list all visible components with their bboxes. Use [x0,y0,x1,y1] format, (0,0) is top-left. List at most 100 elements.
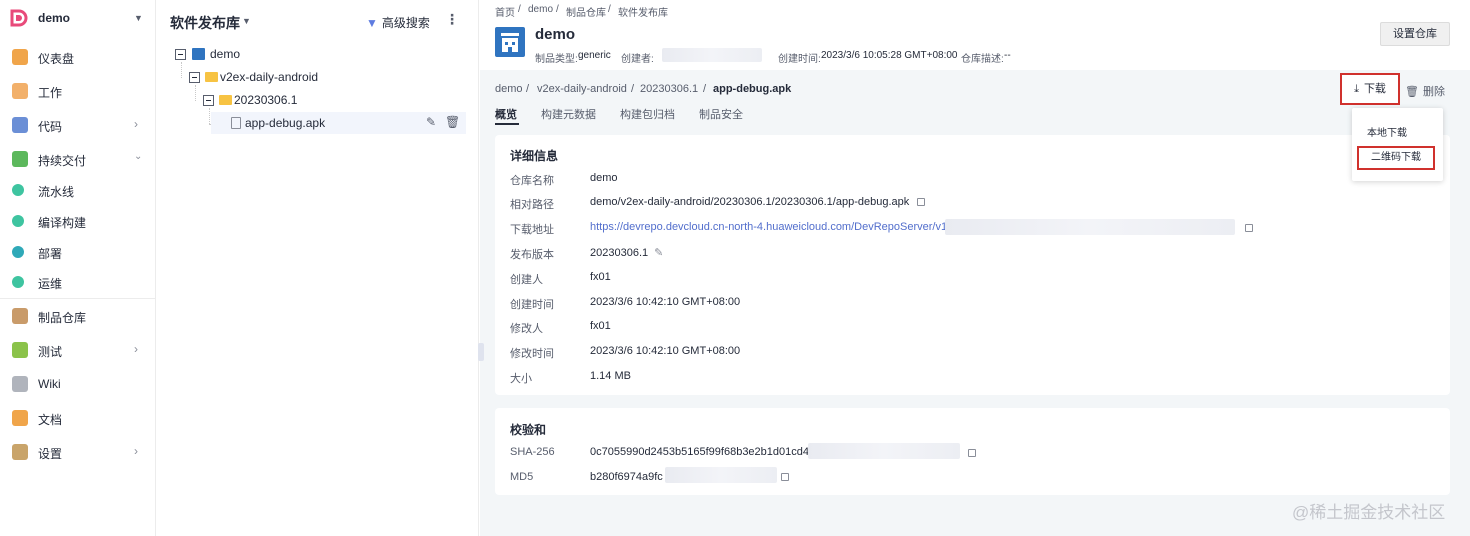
redacted-creator [662,48,762,62]
pipeline-icon [12,184,24,196]
repository-header: 首页 / demo / 制品仓库 / 软件发布库 demo 制品类型: gene… [480,0,1470,70]
work-icon [12,83,28,99]
redacted-sha [808,443,960,459]
detail-key: 修改人 [510,323,543,335]
type-label: 制品类型: [535,54,578,65]
edit-icon[interactable]: ✎ [426,115,436,129]
detail-key: 创建人 [510,274,543,286]
wiki-icon [12,376,28,392]
project-switch-caret-icon[interactable]: ▼ [134,13,143,23]
menu-item-qrcode-download[interactable]: 二维码下载 [1357,146,1435,170]
breadcrumb-home[interactable]: 首页 [495,4,515,19]
copy-icon[interactable] [917,198,926,207]
checksum-value: 0c7055990d2453b5165f99f68b3e2b1d01cd41 [590,446,816,458]
trash-icon[interactable]: 🗑 [445,115,460,129]
detail-key: 发布版本 [510,249,554,261]
breadcrumb-artifact-repo[interactable]: 制品仓库 [566,4,606,19]
creator-label: 创建者: [621,54,654,65]
details-title: 详细信息 [510,149,559,163]
nav-item-delivery[interactable]: 持续交付 ⌄ [0,146,155,172]
left-navigation: demo ▼ 仪表盘 工作 代码 › 持续交付 ⌄ 流水线 编译构建 部署 运维 制… [0,0,156,536]
detail-key: 创建时间 [510,299,554,311]
nav-item-wiki[interactable]: Wiki [0,371,155,397]
doc-icon [12,410,28,426]
test-icon [12,342,28,358]
filter-icon: ▼ [366,16,378,30]
folder-icon [205,72,218,82]
detail-key: 下载地址 [510,224,554,236]
nav-item-artifact-repo[interactable]: 制品仓库 [0,303,155,329]
copy-icon[interactable] [1245,224,1253,232]
breadcrumb-separator: / [518,4,521,15]
project-logo-icon[interactable] [10,9,28,27]
detail-value: 1.14 MB [590,370,631,382]
more-options-icon[interactable]: ⋮ [445,11,459,28]
nav-item-deploy[interactable]: 部署 [0,239,155,265]
repository-icon [495,27,525,57]
detail-value: 2023/3/6 10:42:10 GMT+08:00 [590,345,741,357]
type-value: generic [578,50,611,61]
detail-value: 20230306.1 [590,247,649,259]
advanced-search-button[interactable]: ▼ 高级搜索 [366,14,430,31]
tab-overview[interactable]: 概览 [495,106,517,122]
breadcrumb-project[interactable]: demo [528,4,553,15]
artifact-icon [12,308,28,324]
nav-item-pipeline[interactable]: 流水线 [0,177,155,203]
tab-artifact-security[interactable]: 制品安全 [699,106,743,122]
download-url-link[interactable]: https://devrepo.devcloud.cn-north-4.huaw… [590,221,953,233]
tab-build-archive[interactable]: 构建包归档 [620,106,675,122]
path-current-file: app-debug.apk [713,83,792,95]
watermark: @稀土掘金技术社区 [1292,503,1446,522]
nav-item-docs[interactable]: 文档 [0,405,155,431]
nav-divider [0,298,155,299]
ops-icon [12,276,24,288]
download-button[interactable]: ⤓ 下载 [1340,73,1400,105]
path-segment[interactable]: 20230306.1 [640,83,698,95]
chevron-right-icon: › [134,444,138,458]
menu-item-local-download[interactable]: 本地下载 [1367,124,1407,139]
detail-key: 修改时间 [510,348,554,360]
folder-icon [219,95,232,105]
nav-item-work[interactable]: 工作 [0,78,155,104]
project-name[interactable]: demo [38,11,70,25]
repo-type-title[interactable]: 软件发布库 [170,13,240,33]
details-card: 详细信息 仓库名称 demo 相对路径 demo/v2ex-daily-andr… [495,135,1450,395]
checksum-card: 校验和 SHA-256 0c7055990d2453b5165f99f68b3e… [495,408,1450,495]
collapse-toggle-icon[interactable] [175,49,186,60]
nav-item-test[interactable]: 测试 › [0,337,155,363]
path-segment[interactable]: demo [495,83,523,95]
created-label: 创建时间: [778,54,821,65]
collapse-toggle-icon[interactable] [203,95,214,106]
tab-build-metadata[interactable]: 构建元数据 [541,106,596,122]
detail-value: demo [590,172,618,184]
build-icon [12,215,24,227]
detail-key: 仓库名称 [510,175,554,187]
nav-item-code[interactable]: 代码 › [0,112,155,138]
relative-path-row: demo/v2ex-daily-android/20230306.1/20230… [590,196,926,208]
detail-value: demo/v2ex-daily-android/20230306.1/20230… [590,196,910,208]
copy-icon[interactable] [968,449,976,457]
description-value: -- [1004,50,1011,61]
repository-settings-button[interactable]: 设置仓库 [1380,22,1450,46]
collapse-toggle-icon[interactable] [189,72,200,83]
copy-icon[interactable] [781,473,789,481]
settings-icon [12,444,28,460]
artifact-detail-main: 首页 / demo / 制品仓库 / 软件发布库 demo 制品类型: gene… [478,0,1470,536]
breadcrumb-separator: / [608,4,611,15]
path-segment[interactable]: v2ex-daily-android [537,83,627,95]
detail-value: 2023/3/6 10:42:10 GMT+08:00 [590,296,741,308]
delivery-icon [12,151,28,167]
edit-icon[interactable]: ✎ [654,247,663,259]
delete-button[interactable]: 🗑 删除 [1405,83,1445,99]
chevron-right-icon: › [134,117,138,131]
chevron-down-icon[interactable]: ▼ [242,16,251,26]
path-separator: / [526,83,530,95]
chevron-right-icon: › [134,342,138,356]
nav-item-settings[interactable]: 设置 › [0,439,155,465]
nav-item-build[interactable]: 编译构建 [0,208,155,234]
panel-collapse-handle[interactable] [478,343,484,361]
detail-key: 相对路径 [510,199,554,211]
download-icon: ⤓ [1354,83,1359,95]
nav-item-dashboard[interactable]: 仪表盘 [0,44,155,70]
nav-item-ops[interactable]: 运维 [0,269,155,295]
